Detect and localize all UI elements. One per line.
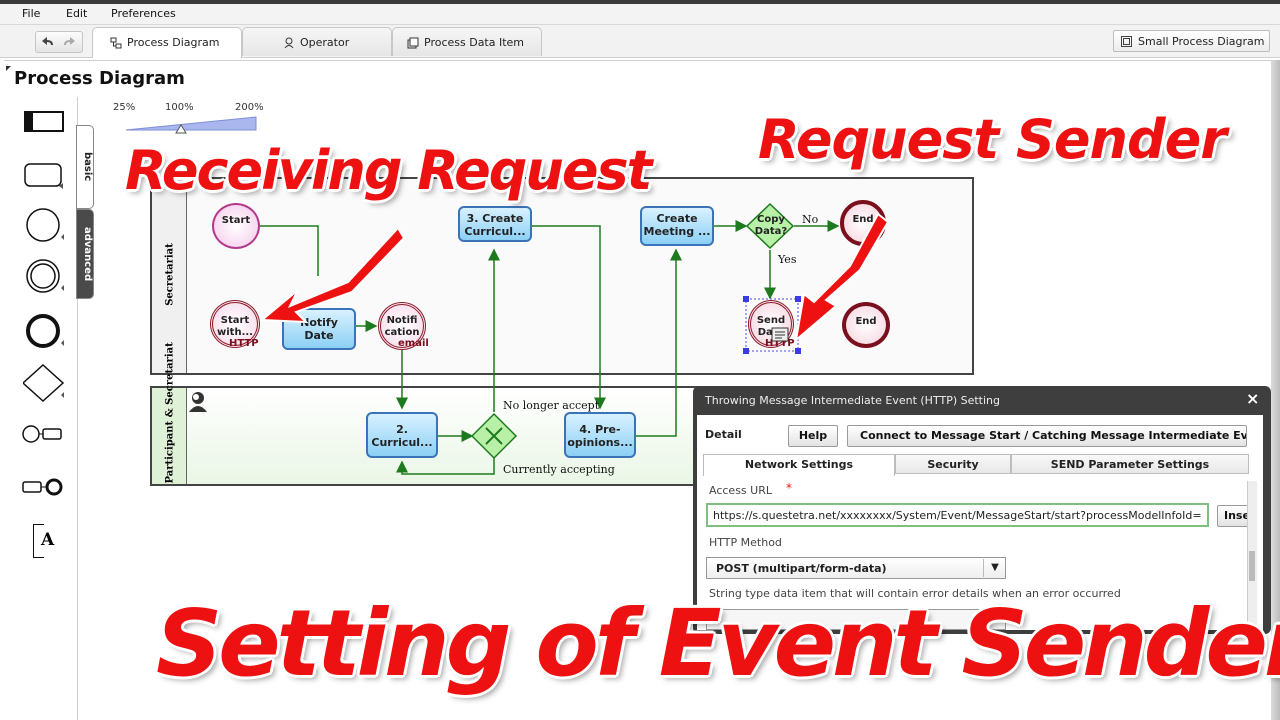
dialog-detail-label: Detail	[705, 428, 742, 441]
http-method-value: POST (multipart/form-data)	[716, 562, 887, 575]
http-method-label: HTTP Method	[709, 536, 782, 549]
arrow-sender-icon	[794, 212, 890, 343]
dialog-help-button[interactable]: Help	[788, 425, 838, 447]
chevron-down-icon: ▼	[983, 559, 1006, 577]
dialog-tab-send-params[interactable]: SEND Parameter Settings	[1011, 454, 1249, 474]
dialog-scrollbar-thumb[interactable]	[1249, 551, 1255, 581]
annotation-request-sender: Request Sender	[758, 108, 1227, 171]
annotation-setting-event-sender: Setting of Event Sender	[156, 590, 1280, 697]
access-url-required: *	[786, 481, 792, 495]
dialog-tab-security[interactable]: Security	[895, 454, 1011, 474]
annotation-receiving-request: Receiving Request	[125, 139, 652, 202]
dialog-tab-network[interactable]: Network Settings	[703, 454, 895, 476]
dialog-close-icon[interactable]: ×	[1246, 389, 1259, 408]
access-url-input[interactable]: https://s.questetra.net/xxxxxxxx/System/…	[706, 503, 1209, 527]
access-url-label: Access URL	[709, 484, 772, 497]
dialog-connect-button[interactable]: Connect to Message Start / Catching Mess…	[847, 425, 1247, 447]
dialog-title: Throwing Message Intermediate Event (HTT…	[705, 394, 1001, 407]
http-method-select[interactable]: POST (multipart/form-data) ▼	[706, 557, 1006, 579]
arrow-receiving-icon	[259, 226, 406, 324]
